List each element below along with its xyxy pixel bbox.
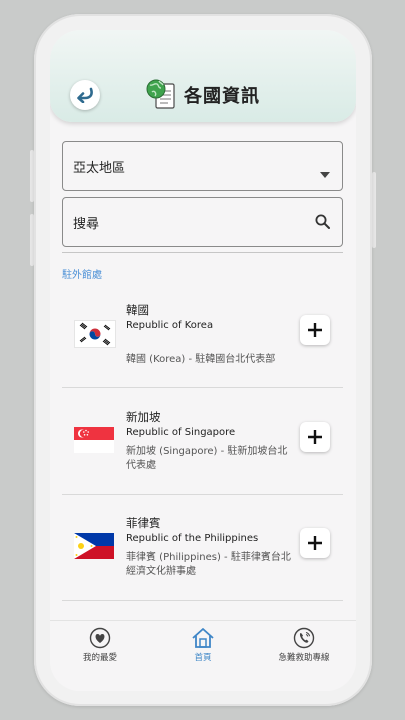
search-placeholder: 搜尋: [73, 217, 100, 232]
nav-home[interactable]: 首頁: [181, 627, 225, 663]
plus-icon: [307, 535, 323, 551]
country-name-zh: 新加坡: [126, 410, 161, 424]
korea-flag: [74, 320, 116, 348]
nav-favorites-label: 我的最愛: [82, 653, 117, 663]
section-label: 駐外館處: [62, 270, 102, 281]
plus-icon: [307, 322, 323, 338]
page-title: 各國資訊: [184, 86, 260, 107]
dropdown-arrow-icon: [320, 163, 330, 182]
globe-document-icon: [146, 78, 176, 110]
nav-emergency-label: 急難救助專線: [278, 653, 330, 663]
home-icon: [181, 627, 225, 649]
singapore-flag: [74, 427, 114, 453]
app-header: 各國資訊: [50, 30, 356, 122]
plus-icon: [307, 429, 323, 445]
country-name-en: Republic of Korea: [126, 320, 214, 331]
country-name-zh: 菲律賓: [126, 516, 161, 530]
country-name-en: Republic of the Philippines: [126, 533, 259, 544]
row-divider: [62, 600, 343, 601]
add-favorite-button[interactable]: [300, 528, 330, 558]
philippines-flag: [74, 533, 114, 559]
country-description: 菲律賓 (Philippines) - 駐菲律賓台北經濟文化辦事處: [126, 552, 291, 577]
nav-favorites[interactable]: 我的最愛: [78, 627, 122, 663]
back-button[interactable]: [70, 80, 100, 110]
search-field[interactable]: 搜尋: [62, 197, 343, 247]
country-description: 韓國 (Korea) - 駐韓國台北代表部: [126, 354, 276, 365]
nav-emergency[interactable]: 急難救助專線: [274, 627, 334, 663]
country-name-zh: 韓國: [126, 303, 149, 317]
country-name-en: Republic of Singapore: [126, 427, 236, 438]
country-row-singapore[interactable]: 新加坡 Republic of Singapore 新加坡 (Singapore…: [62, 389, 343, 495]
add-favorite-button[interactable]: [300, 315, 330, 345]
back-arrow-icon: [75, 87, 95, 103]
country-row-korea[interactable]: 韓國 Republic of Korea 韓國 (Korea) - 駐韓國台北代…: [62, 282, 343, 388]
phone-side-button-right: [372, 172, 376, 248]
app-screen: 各國資訊 亞太地區 搜尋 駐外館處 韓國 Republic of Korea 韓…: [50, 30, 356, 691]
search-icon[interactable]: [315, 214, 330, 233]
section-divider: [62, 252, 343, 253]
add-favorite-button[interactable]: [300, 422, 330, 452]
row-divider: [62, 387, 343, 388]
emergency-phone-icon: [274, 627, 334, 649]
nav-home-label: 首頁: [194, 653, 212, 663]
region-select-value: 亞太地區: [73, 161, 126, 176]
country-description: 新加坡 (Singapore) - 駐新加坡台北代表處: [126, 446, 288, 471]
country-row-philippines[interactable]: 菲律賓 Republic of the Philippines 菲律賓 (Phi…: [62, 495, 343, 601]
bottom-nav: 我的最愛 首頁 急難救助專線: [50, 620, 356, 691]
region-select[interactable]: 亞太地區: [62, 141, 343, 191]
heart-icon: [78, 627, 122, 649]
